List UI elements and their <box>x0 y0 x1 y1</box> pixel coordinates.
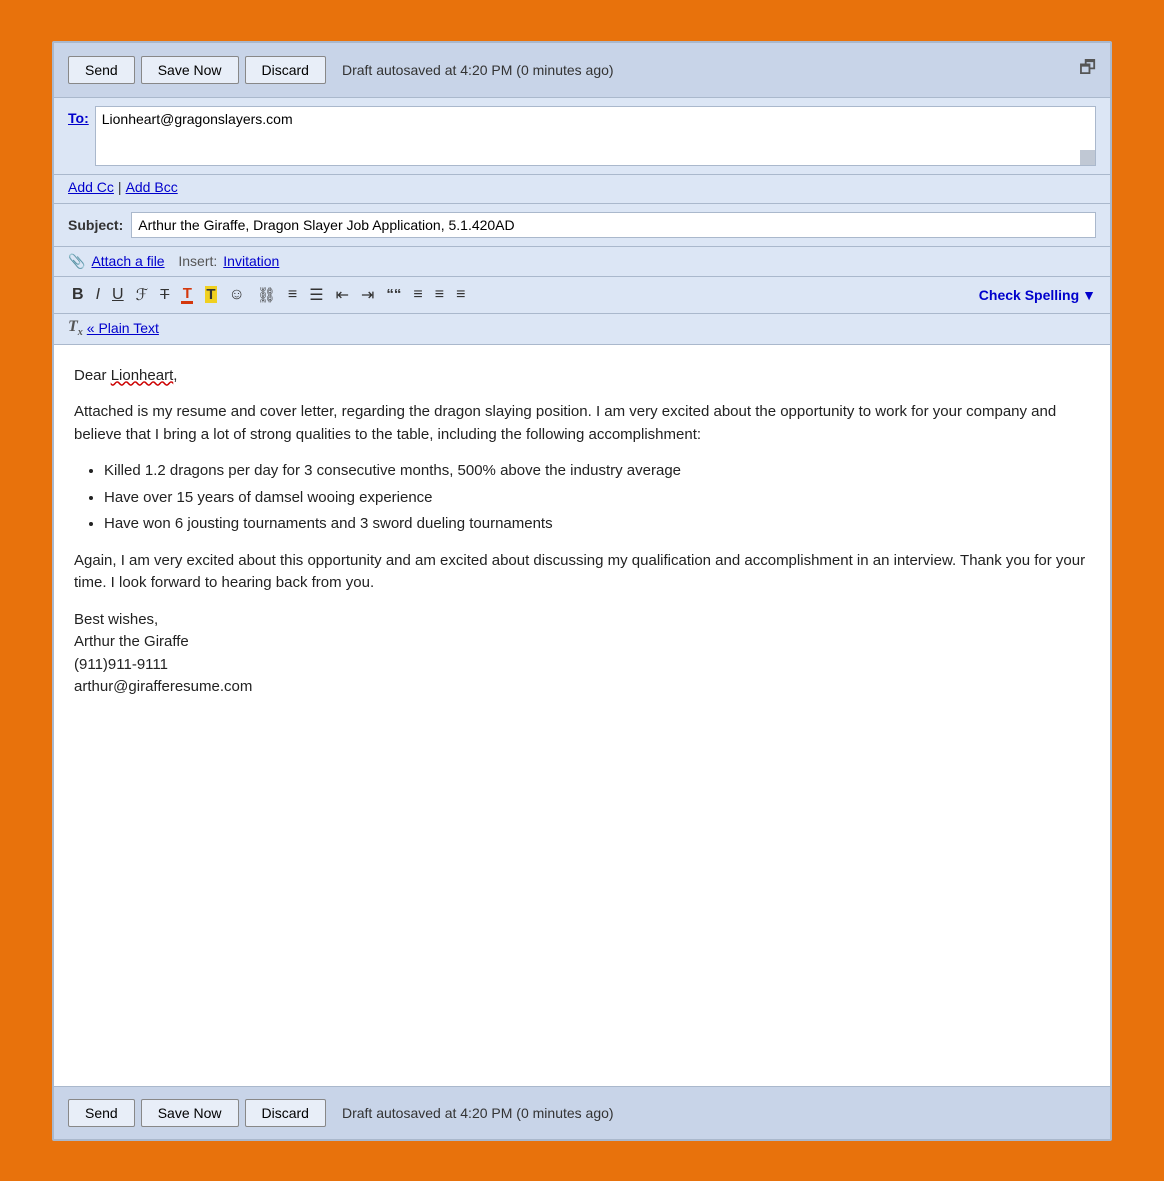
signature-line-2: Arthur the Giraffe <box>74 631 1090 654</box>
insert-label: Insert: <box>171 253 218 269</box>
bold-button[interactable]: B <box>68 284 88 306</box>
check-spelling-arrow: ▼ <box>1082 287 1096 303</box>
email-compose-window: Send Save Now Discard Draft autosaved at… <box>52 41 1112 1141</box>
align-center-button[interactable]: ≡ <box>431 284 448 306</box>
email-signature: Best wishes, Arthur the Giraffe (911)911… <box>74 609 1090 699</box>
indent-less-button[interactable]: ⇤ <box>332 283 353 307</box>
bullet-item-2: Have over 15 years of damsel wooing expe… <box>104 487 1090 510</box>
email-paragraph-2: Again, I am very excited about this oppo… <box>74 550 1090 595</box>
save-now-button-top[interactable]: Save Now <box>141 56 239 84</box>
autosave-status-top: Draft autosaved at 4:20 PM (0 minutes ag… <box>342 62 1073 78</box>
align-left-button[interactable]: ≡ <box>409 284 426 306</box>
format-toolbar: B I U ℱ T T T ☺ ⛓ ≡ ☰ ⇤ ⇥ ““ ≡ ≡ ≡ Check… <box>54 277 1110 314</box>
discard-button-bottom[interactable]: Discard <box>245 1099 326 1127</box>
email-bullets: Killed 1.2 dragons per day for 3 consecu… <box>104 460 1090 536</box>
to-input[interactable]: Lionheart@gragonslayers.com <box>95 106 1096 166</box>
smiley-button[interactable]: ☺ <box>225 284 249 306</box>
save-now-button-bottom[interactable]: Save Now <box>141 1099 239 1127</box>
plain-text-row: Tx « Plain Text <box>54 314 1110 345</box>
to-label: To: <box>68 106 89 126</box>
blockquote-button[interactable]: ““ <box>382 284 405 305</box>
email-body: Dear Lionheart, Attached is my resume an… <box>54 345 1110 1086</box>
strikethrough-button[interactable]: T <box>156 284 173 305</box>
bottom-toolbar: Send Save Now Discard Draft autosaved at… <box>54 1086 1110 1139</box>
signature-line-4: arthur@girafferesume.com <box>74 676 1090 699</box>
check-spelling-button[interactable]: Check Spelling ▼ <box>979 287 1096 303</box>
send-button-bottom[interactable]: Send <box>68 1099 135 1127</box>
link-button[interactable]: ⛓ <box>253 284 280 306</box>
discard-button-top[interactable]: Discard <box>245 56 326 84</box>
bullet-item-3: Have won 6 jousting tournaments and 3 sw… <box>104 513 1090 536</box>
subject-section: Subject: <box>54 204 1110 247</box>
ordered-list-button[interactable]: ≡ <box>284 284 301 306</box>
cc-bcc-separator: | <box>118 179 122 195</box>
subject-input[interactable] <box>131 212 1096 238</box>
align-right-button[interactable]: ≡ <box>452 284 469 306</box>
attach-row: 📎 Attach a file Insert: Invitation <box>54 247 1110 277</box>
popout-icon[interactable]: 🗗 <box>1079 55 1096 85</box>
plain-text-link[interactable]: « Plain Text <box>87 320 159 336</box>
to-section: To: Lionheart@gragonslayers.com <box>54 98 1110 175</box>
signature-line-3: (911)911-9111 <box>74 654 1090 677</box>
email-paragraph-1: Attached is my resume and cover letter, … <box>74 401 1090 446</box>
invitation-link[interactable]: Invitation <box>223 253 279 269</box>
autosave-status-bottom: Draft autosaved at 4:20 PM (0 minutes ag… <box>342 1105 1096 1121</box>
underline-button[interactable]: U <box>108 284 128 306</box>
bullet-item-1: Killed 1.2 dragons per day for 3 consecu… <box>104 460 1090 483</box>
indent-more-button[interactable]: ⇥ <box>357 283 378 307</box>
add-cc-link[interactable]: Add Cc <box>68 179 114 195</box>
signature-line-1: Best wishes, <box>74 609 1090 632</box>
tx-icon: Tx <box>68 318 83 338</box>
unordered-list-button[interactable]: ☰ <box>305 283 327 307</box>
subject-label: Subject: <box>68 217 123 233</box>
add-bcc-link[interactable]: Add Bcc <box>126 179 178 195</box>
attach-file-link[interactable]: Attach a file <box>91 253 164 269</box>
italic-button[interactable]: I <box>92 284 104 306</box>
paperclip-icon: 📎 <box>68 253 85 270</box>
cc-bcc-row: Add Cc | Add Bcc <box>54 175 1110 204</box>
top-toolbar: Send Save Now Discard Draft autosaved at… <box>54 43 1110 98</box>
highlight-button[interactable]: T <box>201 284 220 305</box>
font-color-T-button[interactable]: T <box>177 283 197 306</box>
recipient-name: Lionheart <box>111 367 174 384</box>
send-button-top[interactable]: Send <box>68 56 135 84</box>
email-greeting: Dear Lionheart, <box>74 365 1090 388</box>
font-button[interactable]: ℱ <box>132 283 153 307</box>
